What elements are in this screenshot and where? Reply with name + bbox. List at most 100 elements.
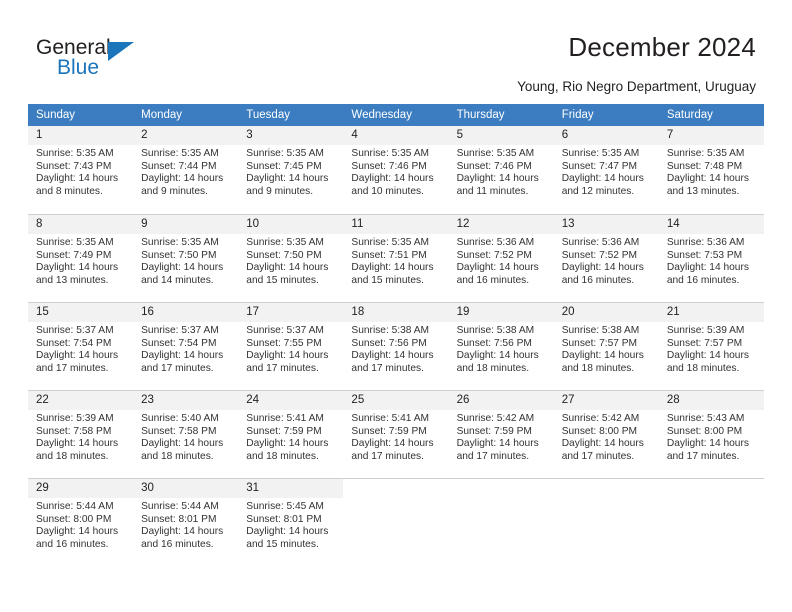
day-cell-inner	[553, 478, 659, 566]
sunrise-text: Sunrise: 5:35 AM	[246, 148, 324, 159]
calendar-week-row: 15 Sunrise: 5:37 AM Sunset: 7:54 PM Dayligh…	[28, 302, 764, 390]
day-cell-inner: 29 Sunrise: 5:44 AM Sunset: 8:00 PM Dayligh…	[28, 478, 134, 566]
sunset-text: Sunset: 7:56 PM	[351, 337, 427, 349]
sunrise-text: Sunrise: 5:44 AM	[36, 501, 114, 512]
calendar-day-cell[interactable]: 21 Sunrise: 5:39 AM Sunset: 7:57 PM Dayligh…	[658, 302, 764, 390]
day-cell-inner: 30 Sunrise: 5:44 AM Sunset: 8:01 PM Dayligh…	[133, 478, 239, 566]
calendar-day-cell[interactable]: 23 Sunrise: 5:40 AM Sunset: 7:58 PM Dayligh…	[133, 390, 239, 478]
sunrise-text: Sunrise: 5:36 AM	[561, 237, 640, 248]
daylight-text: Daylight: 14 hours and 15 minutes.	[351, 262, 434, 286]
sunset-text: Sunset: 7:58 PM	[141, 425, 217, 437]
calendar-day-cell[interactable]: 31 Sunrise: 5:45 AM Sunset: 8:01 PM Dayligh…	[238, 478, 344, 566]
daylight-text: Daylight: 14 hours and 17 minutes.	[456, 438, 539, 462]
day-number: 12	[448, 215, 554, 234]
calendar-day-cell[interactable]: 7 Sunrise: 5:35 AM Sunset: 7:48 PM Daylight…	[658, 126, 764, 214]
calendar-day-cell[interactable]: 16 Sunrise: 5:37 AM Sunset: 7:54 PM Dayligh…	[133, 302, 239, 390]
calendar-day-cell[interactable]: 1 Sunrise: 5:35 AM Sunset: 7:43 PM Daylight…	[28, 126, 134, 214]
daylight-text: Daylight: 14 hours and 17 minutes.	[36, 350, 119, 374]
day-cell-inner: 25 Sunrise: 5:41 AM Sunset: 7:59 PM Dayligh…	[343, 390, 449, 478]
calendar-day-cell[interactable]: 8 Sunrise: 5:35 AM Sunset: 7:49 PM Daylight…	[28, 214, 134, 302]
calendar-day-cell[interactable]: 13 Sunrise: 5:36 AM Sunset: 7:52 PM Dayligh…	[553, 214, 659, 302]
day-cell-inner: 14 Sunrise: 5:36 AM Sunset: 7:53 PM Dayligh…	[658, 214, 764, 302]
calendar-header-row: Sunday Monday Tuesday Wednesday Thursday Frid…	[28, 104, 764, 126]
day-number: 11	[343, 215, 449, 234]
day-number: 16	[133, 303, 239, 322]
day-cell-inner: 17 Sunrise: 5:37 AM Sunset: 7:55 PM Dayligh…	[238, 302, 344, 390]
calendar-day-cell[interactable]: 19 Sunrise: 5:38 AM Sunset: 7:56 PM Dayligh…	[448, 302, 554, 390]
sunset-text: Sunset: 7:50 PM	[141, 249, 217, 261]
calendar-day-cell[interactable]: 10 Sunrise: 5:35 AM Sunset: 7:50 PM Dayligh…	[238, 214, 344, 302]
sunrise-text: Sunrise: 5:35 AM	[141, 148, 219, 159]
sunset-text: Sunset: 8:01 PM	[246, 513, 322, 525]
sunset-text: Sunset: 7:51 PM	[351, 249, 427, 261]
calendar-day-cell[interactable]: 24 Sunrise: 5:41 AM Sunset: 7:59 PM Dayligh…	[238, 390, 344, 478]
daylight-text: Daylight: 14 hours and 15 minutes.	[246, 262, 329, 286]
calendar-day-cell[interactable]: 30 Sunrise: 5:44 AM Sunset: 8:01 PM Dayligh…	[133, 478, 239, 566]
weekday-header-saturday: Saturday	[658, 104, 764, 126]
sunrise-text: Sunrise: 5:38 AM	[456, 325, 535, 336]
sunrise-text: Sunrise: 5:35 AM	[666, 148, 745, 159]
sunrise-text: Sunrise: 5:35 AM	[351, 148, 430, 159]
day-number: 18	[343, 303, 449, 322]
daylight-text: Daylight: 14 hours and 18 minutes.	[36, 438, 119, 462]
day-cell-inner: 21 Sunrise: 5:39 AM Sunset: 7:57 PM Dayligh…	[658, 302, 764, 390]
weekday-header: Sunday Monday Tuesday Wednesday Thursday Frid…	[28, 104, 764, 126]
calendar-day-cell[interactable]: 12 Sunrise: 5:36 AM Sunset: 7:52 PM Dayligh…	[448, 214, 554, 302]
day-details: Sunrise: 5:35 AM Sunset: 7:48 PM Daylight:…	[659, 145, 764, 198]
daylight-text: Daylight: 14 hours and 11 minutes.	[456, 173, 539, 197]
day-details: Sunrise: 5:35 AM Sunset: 7:49 PM Daylight:…	[28, 234, 133, 287]
day-cell-inner: 3 Sunrise: 5:35 AM Sunset: 7:45 PM Daylight…	[238, 126, 344, 214]
daylight-text: Daylight: 14 hours and 8 minutes.	[36, 173, 119, 197]
calendar-day-cell[interactable]: 20 Sunrise: 5:38 AM Sunset: 7:57 PM Dayligh…	[553, 302, 659, 390]
page-header: General Blue December 2024 Young, Rio Ne…	[0, 0, 792, 104]
calendar-day-cell[interactable]: 6 Sunrise: 5:35 AM Sunset: 7:47 PM Daylight…	[553, 126, 659, 214]
calendar-day-cell[interactable]: 29 Sunrise: 5:44 AM Sunset: 8:00 PM Dayligh…	[28, 478, 134, 566]
day-cell-inner: 26 Sunrise: 5:42 AM Sunset: 7:59 PM Dayligh…	[448, 390, 554, 478]
calendar-day-cell[interactable]: 18 Sunrise: 5:38 AM Sunset: 7:56 PM Dayligh…	[343, 302, 449, 390]
sunset-text: Sunset: 8:00 PM	[36, 513, 112, 525]
day-number: 22	[28, 391, 134, 410]
sunrise-text: Sunrise: 5:42 AM	[456, 413, 535, 424]
sunrise-text: Sunrise: 5:41 AM	[351, 413, 430, 424]
sunrise-text: Sunrise: 5:37 AM	[246, 325, 324, 336]
calendar-day-cell[interactable]: 3 Sunrise: 5:35 AM Sunset: 7:45 PM Daylight…	[238, 126, 344, 214]
sunrise-text: Sunrise: 5:37 AM	[36, 325, 114, 336]
sunrise-text: Sunrise: 5:35 AM	[561, 148, 640, 159]
daylight-text: Daylight: 14 hours and 16 minutes.	[456, 262, 539, 286]
day-details: Sunrise: 5:39 AM Sunset: 7:58 PM Daylight:…	[28, 410, 133, 463]
day-number: 26	[448, 391, 554, 410]
day-number: 7	[658, 126, 764, 145]
daylight-text: Daylight: 14 hours and 17 minutes.	[246, 350, 329, 374]
general-blue-logo[interactable]: General Blue	[36, 36, 156, 84]
calendar-day-cell[interactable]: 5 Sunrise: 5:35 AM Sunset: 7:46 PM Daylight…	[448, 126, 554, 214]
sunrise-text: Sunrise: 5:41 AM	[246, 413, 324, 424]
calendar-day-cell[interactable]: 15 Sunrise: 5:37 AM Sunset: 7:54 PM Dayligh…	[28, 302, 134, 390]
calendar-day-cell[interactable]: 26 Sunrise: 5:42 AM Sunset: 7:59 PM Dayligh…	[448, 390, 554, 478]
sunrise-text: Sunrise: 5:35 AM	[36, 148, 114, 159]
sunset-text: Sunset: 7:54 PM	[141, 337, 217, 349]
calendar-day-cell[interactable]: 22 Sunrise: 5:39 AM Sunset: 7:58 PM Dayligh…	[28, 390, 134, 478]
day-details: Sunrise: 5:37 AM Sunset: 7:55 PM Daylight:…	[238, 322, 343, 375]
calendar-day-cell[interactable]: 9 Sunrise: 5:35 AM Sunset: 7:50 PM Daylight…	[133, 214, 239, 302]
calendar-page: General Blue December 2024 Young, Rio Ne…	[0, 0, 792, 612]
day-cell-inner: 2 Sunrise: 5:35 AM Sunset: 7:44 PM Daylight…	[133, 126, 239, 214]
day-cell-inner: 6 Sunrise: 5:35 AM Sunset: 7:47 PM Daylight…	[553, 126, 659, 214]
sunset-text: Sunset: 7:43 PM	[36, 160, 112, 172]
day-number: 28	[658, 391, 764, 410]
sunrise-text: Sunrise: 5:39 AM	[36, 413, 114, 424]
calendar-day-cell-empty	[343, 478, 449, 566]
calendar-day-cell[interactable]: 2 Sunrise: 5:35 AM Sunset: 7:44 PM Daylight…	[133, 126, 239, 214]
calendar-day-cell[interactable]: 14 Sunrise: 5:36 AM Sunset: 7:53 PM Dayligh…	[658, 214, 764, 302]
calendar-day-cell[interactable]: 17 Sunrise: 5:37 AM Sunset: 7:55 PM Dayligh…	[238, 302, 344, 390]
day-details: Sunrise: 5:41 AM Sunset: 7:59 PM Daylight:…	[343, 410, 448, 463]
day-number: 14	[658, 215, 764, 234]
day-cell-inner: 31 Sunrise: 5:45 AM Sunset: 8:01 PM Dayligh…	[238, 478, 344, 566]
calendar-day-cell[interactable]: 27 Sunrise: 5:42 AM Sunset: 8:00 PM Dayligh…	[553, 390, 659, 478]
calendar-day-cell[interactable]: 28 Sunrise: 5:43 AM Sunset: 8:00 PM Dayligh…	[658, 390, 764, 478]
sunset-text: Sunset: 7:52 PM	[561, 249, 638, 261]
day-number: 27	[553, 391, 659, 410]
calendar-day-cell[interactable]: 25 Sunrise: 5:41 AM Sunset: 7:59 PM Dayligh…	[343, 390, 449, 478]
calendar-day-cell[interactable]: 4 Sunrise: 5:35 AM Sunset: 7:46 PM Daylight…	[343, 126, 449, 214]
day-cell-inner: 20 Sunrise: 5:38 AM Sunset: 7:57 PM Dayligh…	[553, 302, 659, 390]
calendar-day-cell[interactable]: 11 Sunrise: 5:35 AM Sunset: 7:51 PM Dayligh…	[343, 214, 449, 302]
